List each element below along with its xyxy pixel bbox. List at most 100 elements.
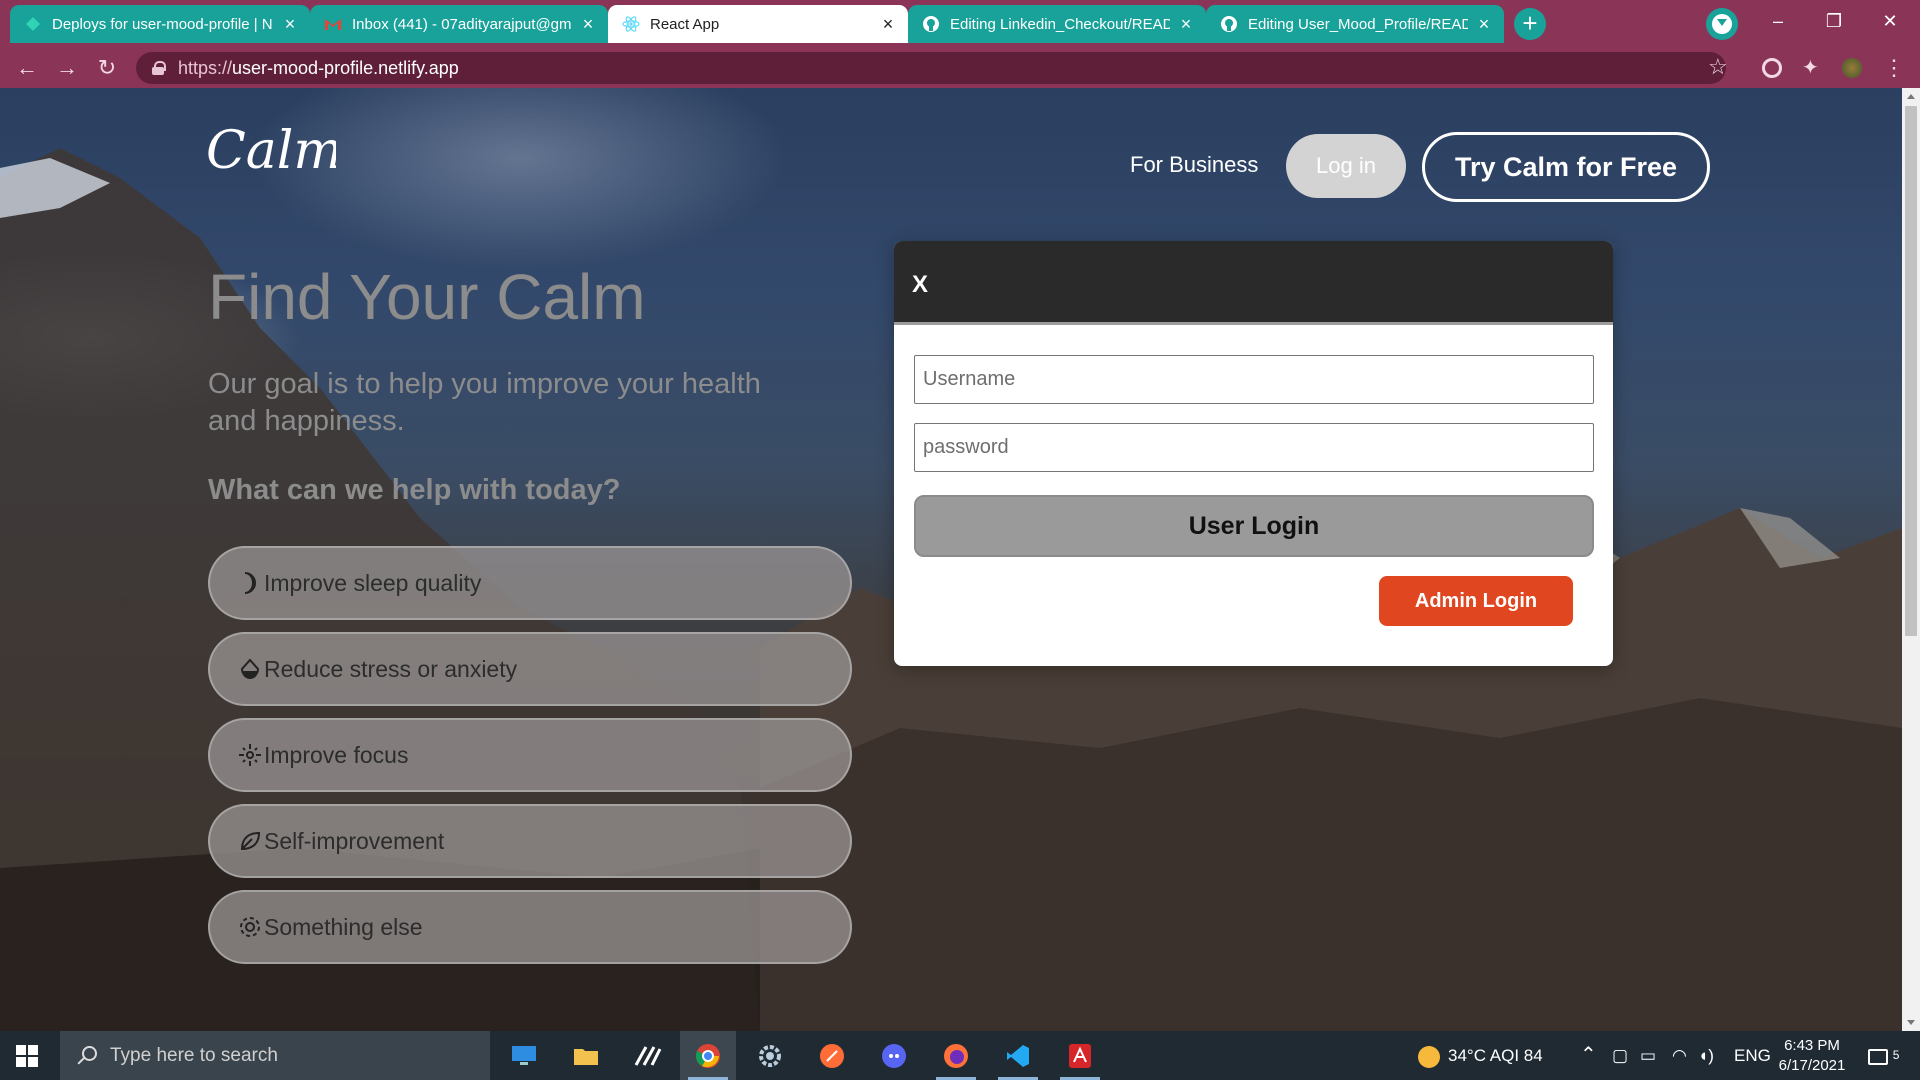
option-self-improvement[interactable]: Self-improvement <box>208 804 852 878</box>
volume-icon[interactable]: ◖) <box>1698 1031 1714 1080</box>
settings-gear-icon[interactable] <box>742 1031 798 1080</box>
tab-title: React App <box>650 15 720 33</box>
extension-target-icon[interactable] <box>1762 58 1782 78</box>
tab-github-linkedin-checkout[interactable]: Editing Linkedin_Checkout/READ × <box>908 5 1206 43</box>
lock-icon <box>152 61 166 75</box>
password-input[interactable] <box>914 423 1594 472</box>
show-hidden-icons-chevron-icon[interactable]: ⌃ <box>1580 1031 1597 1080</box>
close-tab-icon[interactable]: × <box>878 14 898 35</box>
option-label: Something else <box>264 913 423 940</box>
user-login-button[interactable]: User Login <box>914 495 1594 557</box>
option-reduce-stress[interactable]: Reduce stress or anxiety <box>208 632 852 706</box>
close-tab-icon[interactable]: × <box>280 14 300 35</box>
netlify-icon <box>24 15 42 33</box>
page-background: Calm For Business Log in Try Calm for Fr… <box>0 88 1902 1031</box>
tab-react-app[interactable]: React App × <box>608 5 908 43</box>
clock-time: 6:43 PM <box>1784 1037 1840 1054</box>
vscode-icon[interactable] <box>990 1031 1046 1080</box>
chevron-down-icon <box>1712 14 1732 34</box>
calm-logo-wordmark: Calm <box>206 121 343 181</box>
option-improve-sleep[interactable]: Improve sleep quality <box>208 546 852 620</box>
file-explorer-icon[interactable] <box>558 1031 614 1080</box>
language-indicator[interactable]: ENG <box>1734 1031 1771 1080</box>
firefox-icon[interactable] <box>928 1031 984 1080</box>
browser-tab-bar: Deploys for user-mood-profile | N × Inbo… <box>0 0 1920 48</box>
scrollbar-thumb[interactable] <box>1905 106 1917 636</box>
back-button[interactable]: ← <box>15 56 39 80</box>
search-placeholder: Type here to search <box>110 1044 278 1066</box>
option-something-else[interactable]: Something else <box>208 890 852 964</box>
calm-logo[interactable]: Calm <box>206 121 343 185</box>
extensions-puzzle-icon[interactable]: ✦ <box>1802 58 1822 78</box>
browser-toolbar: ← → ↻ https://user-mood-profile.netlify.… <box>0 48 1920 88</box>
weather-text: 34°C AQI 84 <box>1448 1046 1543 1065</box>
gear-icon <box>238 915 262 939</box>
option-label: Reduce stress or anxiety <box>264 655 518 682</box>
minimize-button[interactable]: – <box>1758 6 1798 36</box>
notification-count-badge: 5 <box>1892 1048 1900 1062</box>
tab-netlify-deploys[interactable]: Deploys for user-mood-profile | N × <box>10 5 310 43</box>
clock-date: 6/17/2021 <box>1778 1057 1846 1074</box>
login-modal: X User Login Admin Login <box>894 241 1613 666</box>
acrobat-icon[interactable] <box>1052 1031 1108 1080</box>
taskbar-search-box[interactable]: Type here to search <box>60 1031 490 1080</box>
notification-center-icon[interactable]: 5 <box>1868 1031 1899 1080</box>
moon-icon <box>238 571 262 595</box>
tab-title: Editing Linkedin_Checkout/READ <box>950 15 1170 33</box>
windows-taskbar: Type here to search 34°C AQI 84 ⌃ ▢ ▭ ◠ … <box>0 1031 1920 1080</box>
admin-login-button[interactable]: Admin Login <box>1379 576 1573 626</box>
username-input[interactable] <box>914 355 1594 404</box>
github-icon <box>1220 15 1238 33</box>
tab-search-button[interactable] <box>1706 8 1738 40</box>
for-business-link[interactable]: For Business <box>1130 152 1258 178</box>
bookmark-star-icon[interactable]: ☆ <box>1708 54 1728 80</box>
avatar[interactable] <box>1842 58 1862 78</box>
meet-now-icon[interactable]: ▢ <box>1612 1031 1628 1080</box>
close-tab-icon[interactable]: × <box>578 14 598 35</box>
weather-widget[interactable]: 34°C AQI 84 <box>1418 1031 1543 1080</box>
wifi-icon[interactable]: ◠ <box>1672 1031 1687 1080</box>
close-tab-icon[interactable]: × <box>1176 14 1196 35</box>
modal-close-button[interactable]: X <box>912 271 928 299</box>
new-tab-button[interactable]: + <box>1514 8 1546 40</box>
drop-icon <box>238 657 262 681</box>
tab-title: Editing User_Mood_Profile/READ <box>1248 15 1468 33</box>
tab-github-user-mood-profile[interactable]: Editing User_Mood_Profile/READ × <box>1206 5 1504 43</box>
svg-text:Calm: Calm <box>206 124 336 180</box>
tab-gmail-inbox[interactable]: Inbox (441) - 07adityarajput@gm × <box>310 5 608 43</box>
tab-title: Inbox (441) - 07adityarajput@gm <box>352 15 572 33</box>
close-window-button[interactable]: ✕ <box>1870 6 1910 36</box>
option-label: Self-improvement <box>264 827 445 854</box>
option-label: Improve focus <box>264 741 409 768</box>
hero-title: Find Your Calm <box>208 261 646 333</box>
hero-subtitle: Our goal is to help you improve your hea… <box>208 368 761 437</box>
github-icon <box>922 15 940 33</box>
focus-icon <box>238 743 262 767</box>
pen-app-icon[interactable] <box>620 1031 676 1080</box>
option-label: Improve sleep quality <box>264 569 482 596</box>
forward-button[interactable]: → <box>55 56 79 80</box>
restore-button[interactable]: ❐ <box>1814 6 1854 36</box>
option-improve-focus[interactable]: Improve focus <box>208 718 852 792</box>
close-tab-icon[interactable]: × <box>1474 14 1494 35</box>
discord-icon[interactable] <box>866 1031 922 1080</box>
try-calm-free-button[interactable]: Try Calm for Free <box>1422 132 1710 202</box>
windows-start-icon[interactable] <box>16 1045 38 1067</box>
postman-icon[interactable] <box>804 1031 860 1080</box>
search-icon <box>76 1045 97 1066</box>
battery-icon[interactable]: ▭ <box>1640 1031 1656 1080</box>
react-icon <box>622 15 640 33</box>
page-scrollbar[interactable] <box>1902 88 1920 1031</box>
chrome-icon[interactable] <box>680 1031 736 1080</box>
reload-button[interactable]: ↻ <box>95 56 119 80</box>
address-bar[interactable]: https://user-mood-profile.netlify.app <box>136 52 1726 84</box>
menu-kebab-icon[interactable]: ⋮ <box>1882 56 1906 80</box>
hero-question: What can we help with today? <box>208 474 621 506</box>
log-in-button[interactable]: Log in <box>1286 134 1406 198</box>
url-text: https://user-mood-profile.netlify.app <box>178 57 459 78</box>
gmail-icon <box>324 15 342 33</box>
system-clock[interactable]: 6:43 PM 6/17/2021 <box>1770 1036 1854 1076</box>
scroll-up-icon[interactable] <box>1907 94 1915 99</box>
scroll-down-icon[interactable] <box>1907 1020 1915 1025</box>
desktop-app-icon[interactable] <box>496 1031 552 1080</box>
